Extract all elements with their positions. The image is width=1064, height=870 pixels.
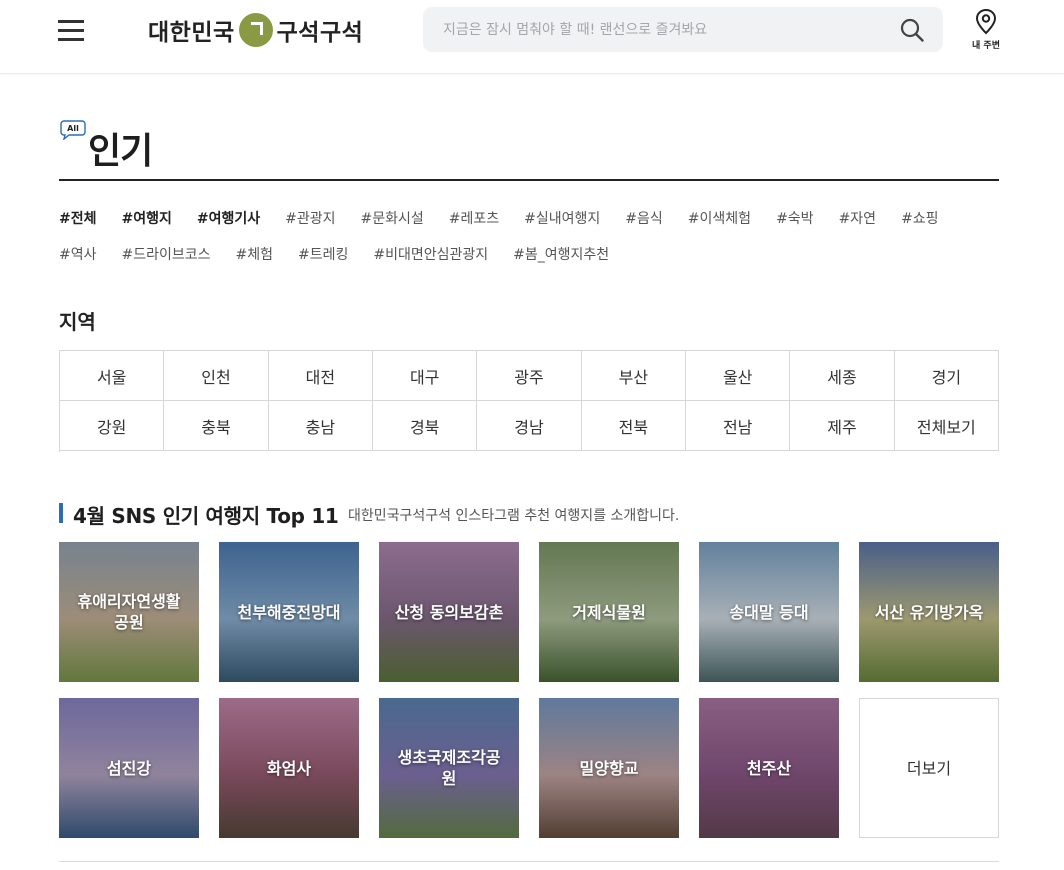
destination-card[interactable]: 천부해중전망대 [219, 542, 359, 682]
region-cell[interactable]: 부산 [581, 351, 686, 401]
destination-name: 산청 동의보감촌 [394, 602, 504, 622]
region-cell[interactable]: 전북 [581, 401, 686, 451]
nearby-button[interactable]: 내 주변 [968, 8, 1004, 54]
search-input[interactable] [443, 7, 893, 52]
tag-link[interactable]: #역사 [59, 244, 97, 264]
region-cell[interactable]: 광주 [477, 351, 582, 401]
section-accent-bar [59, 503, 63, 523]
tag-link[interactable]: #이색체험 [688, 208, 751, 228]
all-badge-text: All [67, 124, 79, 133]
tag-link[interactable]: #자연 [839, 208, 877, 228]
region-cell[interactable]: 제주 [790, 401, 895, 451]
tag-link[interactable]: #드라이브코스 [122, 244, 211, 264]
destination-card[interactable]: 천주산 [699, 698, 839, 838]
destination-name: 생초국제조각공 원 [397, 748, 501, 788]
destination-card[interactable]: 휴애리자연생활 공원 [59, 542, 199, 682]
tag-link[interactable]: #체험 [236, 244, 274, 264]
region-cell[interactable]: 경북 [373, 401, 478, 451]
region-title: 지역 [59, 310, 96, 334]
destination-name: 천부해중전망대 [237, 602, 341, 622]
more-button[interactable]: 더보기 [859, 698, 999, 838]
region-cell[interactable]: 충남 [268, 401, 373, 451]
tag-link[interactable]: #레포츠 [449, 208, 499, 228]
destination-name: 거제식물원 [572, 602, 646, 622]
destination-name: 섬진강 [106, 758, 152, 778]
destination-name: 서산 유기방가옥 [874, 602, 984, 622]
tag-link[interactable]: #실내여행지 [524, 208, 600, 228]
destination-card[interactable]: 거제식물원 [539, 542, 679, 682]
region-cell[interactable]: 경남 [477, 401, 582, 451]
destination-grid: 휴애리자연생활 공원 천부해중전망대 산청 동의보감촌 거제식물원 송대말 등대 서산 유기… [59, 542, 999, 838]
destination-card[interactable]: 서산 유기방가옥 [859, 542, 999, 682]
tag-link[interactable]: #트레킹 [298, 244, 348, 264]
region-cell[interactable]: 세종 [790, 351, 895, 401]
tag-list: #전체 #여행지 #여행기사 #관광지 #문화시설 #레포츠 #실내여행지 #음식 #이색체험 #… [59, 200, 999, 272]
logo-mark-icon [238, 13, 273, 47]
region-cell[interactable]: 충북 [164, 401, 269, 451]
destination-name: 휴애리자연생활 공원 [77, 592, 181, 632]
region-cell[interactable]: 전체보기 [894, 401, 999, 451]
region-cell[interactable]: 경기 [894, 351, 999, 401]
destination-card[interactable]: 송대말 등대 [699, 542, 839, 682]
logo-text-left: 대한민국 [148, 20, 235, 46]
search-bar [423, 7, 943, 52]
region-cell[interactable]: 서울 [60, 351, 165, 401]
menu-icon-bar [58, 20, 84, 23]
tag-link[interactable]: #음식 [625, 208, 663, 228]
tag-link[interactable]: #쇼핑 [901, 208, 939, 228]
tag-link[interactable]: #숙박 [776, 208, 814, 228]
tag-link[interactable]: #전체 [59, 208, 97, 228]
site-logo[interactable]: 대한민국 구석구석 [148, 10, 363, 50]
menu-icon-bar [58, 38, 84, 41]
region-cell[interactable]: 대구 [373, 351, 478, 401]
search-icon[interactable] [899, 17, 925, 43]
more-label: 더보기 [906, 758, 952, 778]
destination-card[interactable]: 화엄사 [219, 698, 359, 838]
region-cell[interactable]: 전남 [686, 401, 791, 451]
region-cell[interactable]: 강원 [60, 401, 165, 451]
section-subtitle: 대한민국구석구석 인스타그램 추천 여행지를 소개합니다. [348, 508, 680, 524]
destination-name: 화엄사 [266, 758, 312, 778]
tag-link[interactable]: #여행지 [122, 208, 172, 228]
menu-icon[interactable] [58, 18, 86, 42]
destination-card[interactable]: 생초국제조각공 원 [379, 698, 519, 838]
destination-name: 밀양향교 [579, 758, 639, 778]
destination-card[interactable]: 섬진강 [59, 698, 199, 838]
tag-link[interactable]: #문화시설 [361, 208, 424, 228]
tag-link[interactable]: #관광지 [285, 208, 335, 228]
logo-text-right: 구석구석 [276, 20, 364, 46]
tag-link[interactable]: #여행기사 [197, 208, 260, 228]
tag-row: #역사 #드라이브코스 #체험 #트레킹 #비대면안심관광지 #봄_여행지추천 [59, 236, 999, 272]
destination-card[interactable]: 밀양향교 [539, 698, 679, 838]
tag-link[interactable]: #봄_여행지추천 [513, 244, 609, 264]
tag-row: #전체 #여행지 #여행기사 #관광지 #문화시설 #레포츠 #실내여행지 #음식 #이색체험 #… [59, 200, 999, 236]
destination-name: 천주산 [746, 758, 792, 778]
section-title: 4월 SNS 인기 여행지 Top 11 [73, 504, 339, 528]
location-pin-icon [975, 8, 997, 35]
destination-card[interactable]: 산청 동의보감촌 [379, 542, 519, 682]
tag-link[interactable]: #비대면안심관광지 [373, 244, 488, 264]
region-cell[interactable]: 대전 [268, 351, 373, 401]
site-header: 대한민국 구석구석 내 주변 [0, 0, 1064, 74]
region-cell[interactable]: 울산 [686, 351, 791, 401]
all-badge-icon: All [60, 120, 86, 140]
page-title: 인기 [88, 131, 153, 172]
bottom-divider [59, 861, 999, 862]
region-cell[interactable]: 인천 [164, 351, 269, 401]
destination-name: 송대말 등대 [729, 602, 809, 622]
region-grid: 서울 인천 대전 대구 광주 부산 울산 세종 경기강원 충북 충남 경북 경남 전북 전남 제주 전체보기 [59, 350, 999, 452]
title-divider [59, 179, 999, 181]
nearby-label: 내 주변 [972, 41, 1000, 51]
menu-icon-bar [58, 29, 84, 32]
